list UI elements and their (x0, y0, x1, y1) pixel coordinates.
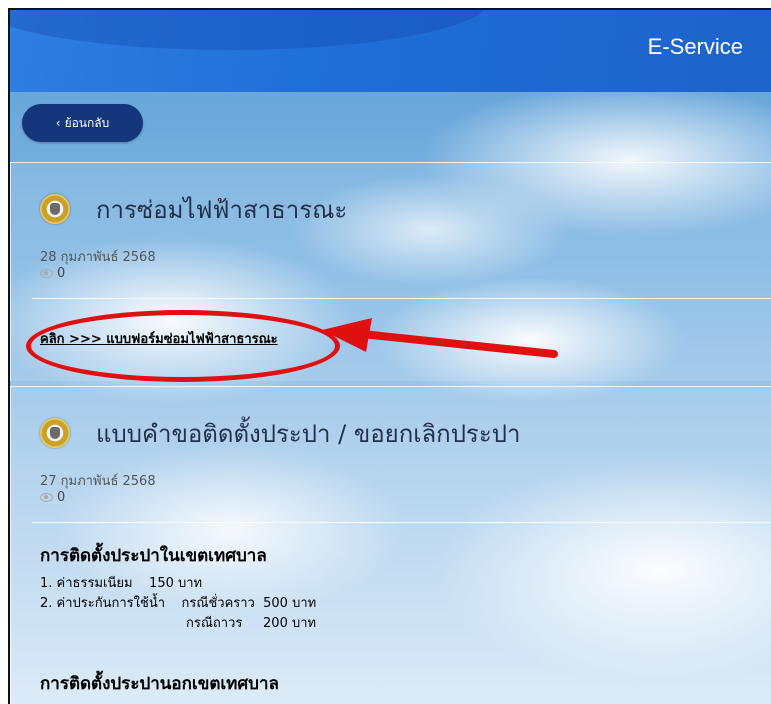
back-button-label: ย้อนกลับ (64, 115, 110, 130)
section-heading: การติดตั้งประปาในเขตเทศบาล (40, 546, 267, 566)
fee-line: 1. ค่าธรรมเนียม 150 บาท (40, 576, 203, 591)
post-title[interactable]: แบบคำขอติดตั้งประปา / ขอยกเลิกประปา (96, 414, 520, 453)
page-frame: E-Service ‹ ย้อนกลับ การซ่อมไฟฟ้าสาธารณะ… (8, 8, 771, 704)
emblem-icon (40, 418, 70, 448)
arrow-annotation (322, 318, 558, 358)
divider (32, 298, 771, 299)
highlight-oval (26, 310, 340, 382)
post-date: 27 กุมภาพันธ์ 2568 (40, 474, 156, 489)
post-title[interactable]: การซ่อมไฟฟ้าสาธารณะ (96, 190, 347, 229)
deposit-line: 2. ค่าประกันการใช้น้ำ กรณีชั่วคราว 500 บ… (40, 596, 317, 611)
emblem-icon (40, 194, 70, 224)
section-heading: การติดตั้งประปานอกเขตเทศบาล (40, 674, 279, 694)
back-button[interactable]: ‹ ย้อนกลับ (22, 104, 143, 142)
post-date: 28 กุมภาพันธ์ 2568 (40, 250, 156, 265)
deposit-line: กรณีถาวร 200 บาท (186, 616, 317, 631)
eye-icon (40, 493, 53, 502)
view-count-value: 0 (57, 266, 66, 281)
header-bar: E-Service (10, 10, 771, 92)
view-count: 0 (40, 490, 65, 505)
header-wave-decoration (10, 10, 490, 50)
view-count-value: 0 (57, 490, 66, 505)
view-count: 0 (40, 266, 65, 281)
header-title: E-Service (647, 34, 743, 59)
divider (32, 522, 771, 523)
eye-icon (40, 269, 53, 278)
chevron-left-icon: ‹ (55, 116, 61, 130)
